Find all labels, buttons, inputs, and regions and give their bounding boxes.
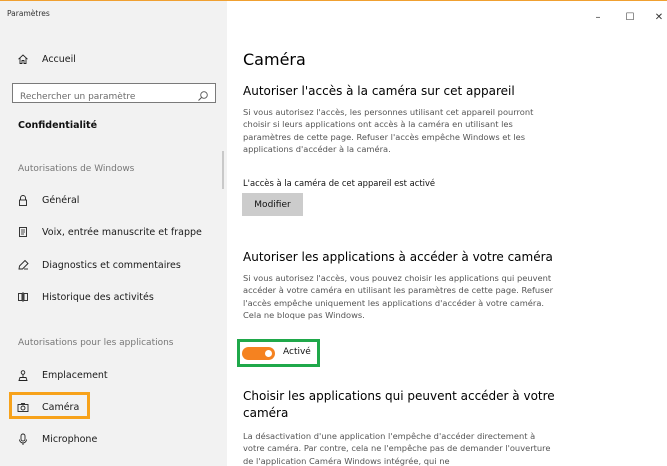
feedback-icon [16, 259, 30, 271]
sidebar-item-home[interactable]: Accueil [0, 46, 227, 72]
choose-apps-description: La désactivation d'une application l'emp… [243, 431, 551, 466]
apps-access-description: Si vous autorisez l'accès, vous pouvez c… [243, 273, 553, 321]
apps-access-toggle[interactable] [242, 347, 275, 360]
settings-window: Paramètres Accueil Confidentialité Autor… [0, 0, 667, 466]
toggle-knob [265, 350, 272, 357]
device-access-heading: Autoriser l'accès à la caméra sur cet ap… [243, 84, 515, 98]
search-input[interactable] [13, 88, 195, 106]
lock-icon [16, 194, 30, 207]
sidebar: Paramètres Accueil Confidentialité Autor… [0, 1, 227, 466]
sidebar-item-label: Historique des activités [42, 291, 154, 303]
close-button[interactable]: ✕ [652, 12, 666, 23]
home-icon [16, 53, 30, 65]
camera-highlight-box [9, 392, 90, 419]
sidebar-item-label: Général [42, 194, 80, 206]
choose-apps-heading: Choisir les applications qui peuvent acc… [243, 389, 555, 420]
sidebar-item-label: Voix, entrée manuscrite et frappe [42, 226, 202, 238]
page-title: Caméra [243, 50, 306, 69]
sidebar-item-label: Accueil [42, 53, 76, 65]
maximize-button[interactable]: ☐ [623, 12, 637, 23]
section-title: Confidentialité [18, 120, 98, 131]
group-label-windows: Autorisations de Windows [18, 164, 135, 174]
app-title: Paramètres [7, 9, 50, 18]
sidebar-item-activity[interactable]: Historique des activités [0, 284, 227, 310]
sidebar-item-microphone[interactable]: Microphone [0, 426, 227, 452]
sidebar-item-label: Emplacement [42, 369, 108, 381]
minimize-button[interactable]: – [591, 12, 605, 23]
device-access-description: Si vous autorisez l'accès, les personnes… [243, 107, 534, 155]
sidebar-item-label: Microphone [42, 433, 98, 445]
sidebar-item-diagnostics[interactable]: Diagnostics et commentaires [0, 252, 227, 278]
sidebar-item-general[interactable]: Général [0, 187, 227, 213]
speech-icon [16, 226, 30, 238]
group-label-apps: Autorisations pour les applications [18, 338, 174, 348]
location-icon [16, 369, 30, 382]
microphone-icon [16, 433, 30, 446]
search-icon[interactable] [197, 87, 209, 106]
sidebar-scrollbar[interactable] [222, 151, 224, 189]
toggle-label: Activé [283, 347, 311, 357]
search-box[interactable] [12, 83, 216, 106]
modify-button[interactable]: Modifier [242, 193, 303, 216]
timeline-icon [16, 291, 30, 303]
sidebar-item-speech[interactable]: Voix, entrée manuscrite et frappe [0, 219, 227, 245]
sidebar-item-location[interactable]: Emplacement [0, 362, 227, 388]
apps-access-heading: Autoriser les applications à accéder à v… [243, 250, 553, 264]
device-access-status: L'accès à la caméra de cet appareil est … [243, 178, 436, 188]
sidebar-item-label: Diagnostics et commentaires [42, 259, 181, 271]
